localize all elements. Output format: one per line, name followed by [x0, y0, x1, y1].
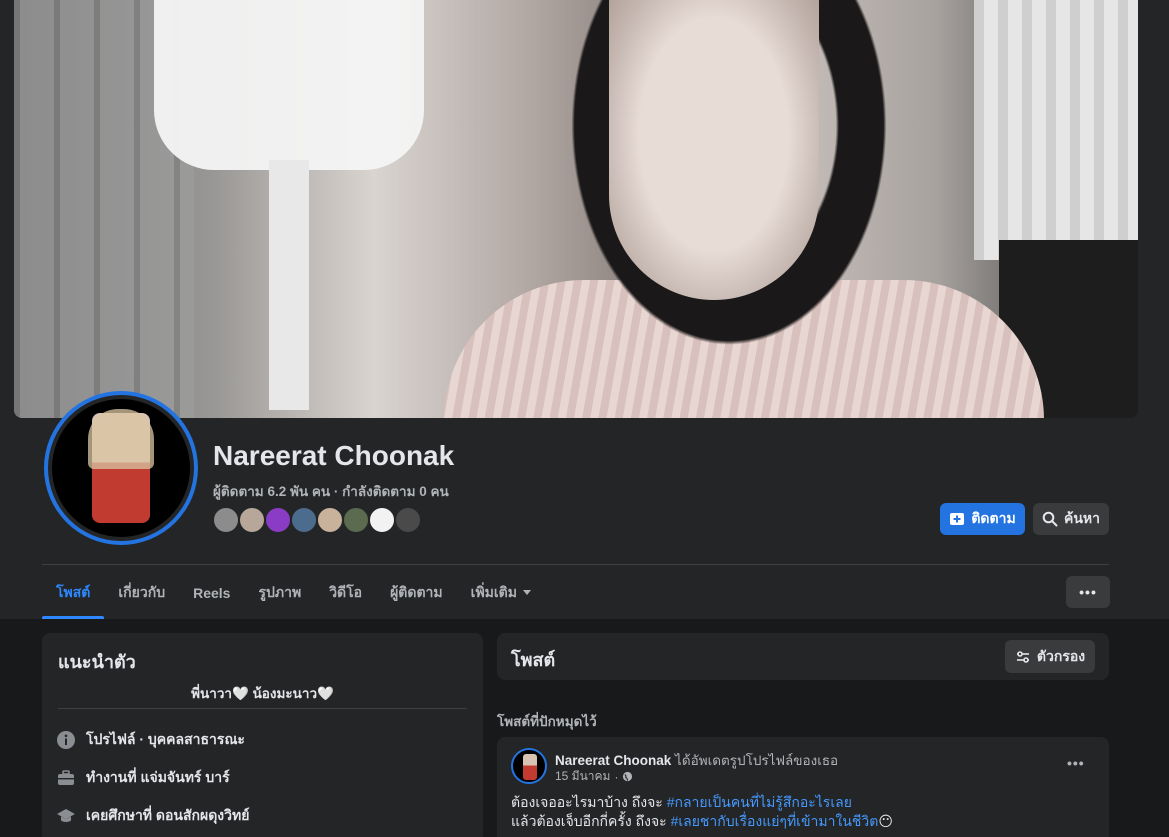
tab-about[interactable]: เกี่ยวกับ: [104, 566, 179, 619]
intro-divider: [58, 708, 467, 709]
info-icon: [57, 731, 75, 749]
intro-row-bold: โปรไฟล์: [86, 731, 136, 747]
pinned-posts-label: โพสต์ที่ปักหมุดไว้: [497, 714, 597, 729]
search-icon: [1042, 511, 1058, 527]
tab-label: Reels: [193, 584, 231, 601]
follower-avatar[interactable]: [316, 506, 344, 534]
avatar-photo: [52, 399, 190, 537]
follower-avatar[interactable]: [368, 506, 396, 534]
tab-more[interactable]: เพิ่มเติม: [457, 566, 545, 619]
post-author-name[interactable]: Nareerat Choonak: [555, 753, 671, 768]
avatar-hair: [88, 409, 154, 469]
profile-header: Nareerat Choonak ผู้ติดตาม 6.2 พัน คน · …: [0, 0, 1169, 619]
post-hashtag[interactable]: #กลายเป็นคนที่ไม่รู้สึกอะไรเลย: [667, 794, 852, 810]
filter-button-label: ตัวกรอง: [1036, 647, 1086, 664]
follow-counts[interactable]: ผู้ติดตาม 6.2 พัน คน · กำลังติดตาม 0 คน: [213, 480, 449, 502]
tab-label: เพิ่มเติม: [470, 583, 518, 600]
intro-row-profile: โปรไฟล์ · บุคคลสาธารณะ: [56, 729, 245, 751]
follow-plus-icon: [950, 513, 965, 525]
cover-curtain-graphic: [974, 0, 1138, 260]
intro-row-text: โปรไฟล์ · บุคคลสาธารณะ: [86, 729, 245, 751]
profile-avatar[interactable]: [44, 391, 198, 545]
search-button-label: ค้นหา: [1063, 510, 1101, 526]
caret-down-icon: [523, 590, 532, 595]
cover-lamp-base-graphic: [269, 160, 309, 410]
meta-dot: ·: [614, 769, 619, 784]
profile-tabs: โพสต์ เกี่ยวกับ Reels รูปภาพ วิดีโอ ผู้ต…: [42, 566, 545, 619]
intro-row-rest: · บุคคลสาธารณะ: [135, 731, 245, 747]
follow-button[interactable]: ติดตาม: [940, 503, 1025, 535]
post-text: ต้องเจออะไรมาบ้าง ถึงจะ #กลายเป็นคนที่ไม…: [511, 793, 893, 831]
post-hashtag[interactable]: #เลยชากับเรื่องแย่ๆที่เข้ามาในชีวิต: [671, 813, 879, 829]
tab-label: รูปภาพ: [258, 583, 302, 600]
intro-card: แนะนำตัว พี่นาวา🤍 น้องมะนาว🤍 โปรไฟล์ · บ…: [42, 633, 483, 837]
follower-avatar[interactable]: [264, 506, 292, 534]
post-meta: 15 มีนาคม ·: [555, 767, 633, 786]
post-avatar-figure: [523, 754, 537, 780]
post-options-button[interactable]: •••: [1067, 755, 1085, 771]
tab-label: วิดีโอ: [329, 583, 363, 600]
tab-label: เกี่ยวกับ: [118, 583, 166, 600]
post-text-line: ต้องเจออะไรมาบ้าง ถึงจะ #กลายเป็นคนที่ไม…: [511, 793, 893, 812]
tab-reels[interactable]: Reels: [179, 566, 244, 619]
filter-sliders-icon: [1016, 650, 1029, 663]
profile-name: Nareerat Choonak: [213, 440, 455, 471]
tab-label: ผู้ติดตาม: [390, 583, 443, 600]
intro-row-work: ทำงานที่ แจ่มจันทร์ บาร์: [56, 767, 230, 789]
posts-title: โพสต์: [511, 650, 556, 670]
follower-avatars[interactable]: [212, 506, 422, 534]
follower-avatar[interactable]: [238, 506, 266, 534]
tab-videos[interactable]: วิดีโอ: [315, 566, 376, 619]
follower-avatar[interactable]: [212, 506, 240, 534]
post-text-line: แล้วต้องเจ็บอีกกี่ครั้ง ถึงจะ #เลยชากับเ…: [511, 812, 893, 831]
intro-row-text: เคยศึกษาที่ ดอนสักผดุงวิทย์: [86, 807, 250, 823]
follow-button-label: ติดตาม: [971, 510, 1016, 526]
post-text-plain: แล้วต้องเจ็บอีกกี่ครั้ง ถึงจะ: [511, 813, 671, 829]
post-avatar[interactable]: [511, 748, 547, 784]
intro-bio: พี่นาวา🤍 น้องมะนาว🤍: [191, 686, 334, 701]
filter-button[interactable]: ตัวกรอง: [1005, 640, 1095, 673]
search-button[interactable]: ค้นหา: [1033, 503, 1109, 535]
avatar-border: [48, 395, 194, 541]
graduation-cap-icon: [57, 809, 75, 822]
post-action-text: ได้อัพเดตรูปโปรไฟล์ของเธอ: [671, 753, 839, 768]
follower-avatar[interactable]: [394, 506, 422, 534]
briefcase-icon: [58, 770, 74, 785]
tab-posts[interactable]: โพสต์: [42, 566, 105, 619]
pinned-post: Nareerat Choonak ได้อัพเดตรูปโปรไฟล์ของเ…: [497, 737, 1109, 837]
tab-followers[interactable]: ผู้ติดตาม: [376, 566, 457, 619]
tab-photos[interactable]: รูปภาพ: [244, 566, 315, 619]
posts-header-card: โพสต์ ตัวกรอง: [497, 633, 1109, 680]
globe-icon: [623, 771, 633, 782]
intro-title: แนะนำตัว: [58, 652, 136, 672]
follower-avatar[interactable]: [290, 506, 318, 534]
cover-photo[interactable]: [14, 0, 1138, 418]
post-text-plain: ต้องเจออะไรมาบ้าง ถึงจะ: [511, 794, 667, 810]
tabs-divider: [42, 564, 1109, 565]
intro-row-education: เคยศึกษาที่ ดอนสักผดุงวิทย์: [56, 805, 249, 827]
cover-face-graphic: [609, 0, 819, 300]
post-date[interactable]: 15 มีนาคม: [555, 767, 610, 786]
emoji-icon: 😶: [878, 813, 893, 829]
tab-label: โพสต์: [56, 583, 91, 600]
cover-lamp-graphic: [154, 0, 424, 170]
intro-row-text: ทำงานที่ แจ่มจันทร์ บาร์: [86, 769, 230, 785]
more-options-button[interactable]: •••: [1066, 576, 1110, 608]
follower-avatar[interactable]: [342, 506, 370, 534]
